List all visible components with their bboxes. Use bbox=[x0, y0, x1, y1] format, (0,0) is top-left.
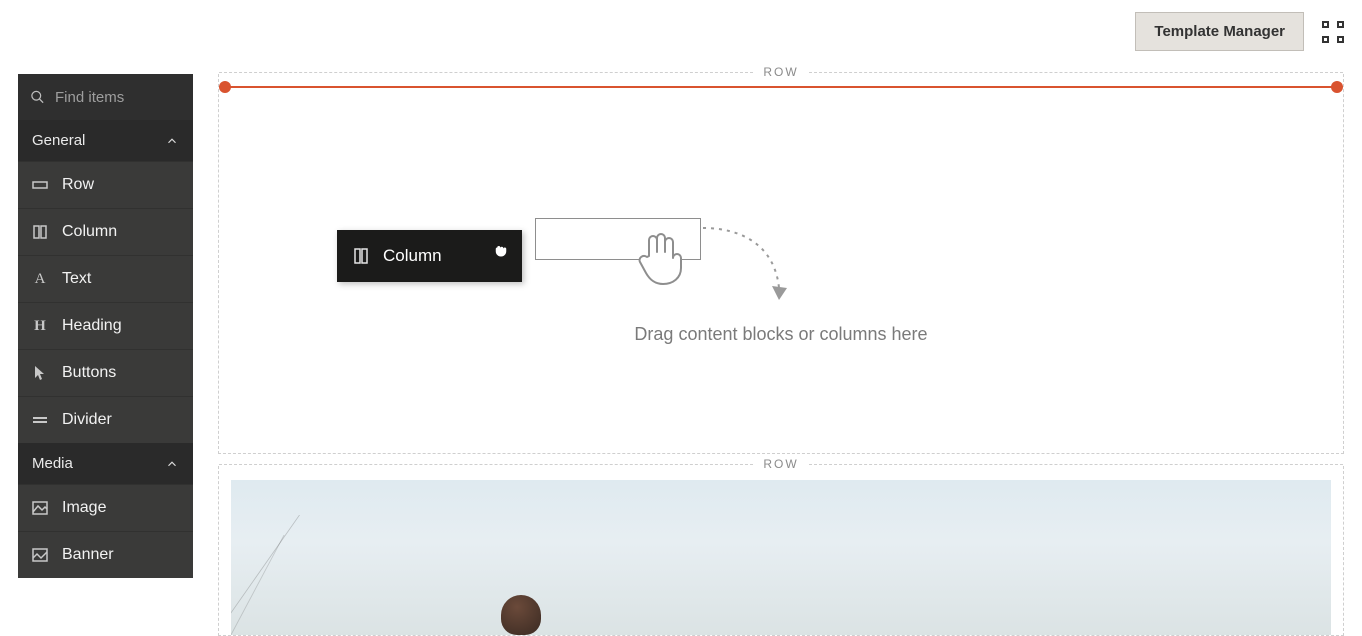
chevron-up-icon bbox=[165, 457, 179, 471]
search-icon bbox=[30, 88, 45, 106]
sidebar-item-buttons[interactable]: Buttons bbox=[18, 349, 193, 396]
sidebar-item-label: Text bbox=[62, 270, 91, 288]
fullscreen-icon[interactable] bbox=[1322, 21, 1344, 43]
section-media[interactable]: Media bbox=[18, 443, 193, 484]
section-general[interactable]: General bbox=[18, 120, 193, 161]
row-container[interactable]: ROW bbox=[218, 466, 1344, 636]
sidebar-item-label: Buttons bbox=[62, 364, 116, 382]
resize-handle-right[interactable] bbox=[1331, 81, 1343, 93]
sidebar-item-divider[interactable]: Divider bbox=[18, 396, 193, 443]
canvas: ROW Drag content blocks or columns here bbox=[218, 64, 1344, 627]
drag-hand-icon bbox=[635, 228, 685, 288]
divider-icon bbox=[32, 414, 48, 426]
cursor-icon bbox=[32, 365, 48, 381]
sidebar-item-label: Heading bbox=[62, 317, 122, 335]
banner-image bbox=[231, 480, 1331, 635]
sidebar-item-label: Image bbox=[62, 499, 106, 517]
resize-handle-left[interactable] bbox=[219, 81, 231, 93]
column-icon bbox=[32, 225, 48, 239]
image-icon bbox=[32, 501, 48, 515]
sidebar-item-column[interactable]: Column bbox=[18, 208, 193, 255]
sidebar-item-image[interactable]: Image bbox=[18, 484, 193, 531]
chevron-up-icon bbox=[165, 134, 179, 148]
dragging-column-chip[interactable]: Column bbox=[337, 230, 522, 282]
grabbing-icon bbox=[492, 240, 510, 258]
heading-icon: H bbox=[32, 318, 48, 335]
sidebar-item-text[interactable]: A Text bbox=[18, 255, 193, 302]
template-manager-button[interactable]: Template Manager bbox=[1135, 12, 1304, 51]
row-label: ROW bbox=[753, 65, 808, 79]
sidebar-item-label: Divider bbox=[62, 411, 112, 429]
sidebar-item-row[interactable]: Row bbox=[18, 161, 193, 208]
section-media-label: Media bbox=[32, 455, 73, 472]
row-container[interactable]: ROW Drag content blocks or columns here bbox=[218, 74, 1344, 454]
column-icon bbox=[353, 248, 369, 264]
sidebar-item-label: Row bbox=[62, 176, 94, 194]
drop-instruction-text: Drag content blocks or columns here bbox=[219, 324, 1343, 345]
sidebar-item-label: Banner bbox=[62, 546, 114, 564]
sidebar-item-banner[interactable]: Banner bbox=[18, 531, 193, 578]
drag-arrow-icon bbox=[699, 222, 795, 308]
sidebar-item-heading[interactable]: H Heading bbox=[18, 302, 193, 349]
section-general-label: General bbox=[32, 132, 85, 149]
row-label: ROW bbox=[753, 457, 808, 471]
banner-icon bbox=[32, 548, 48, 562]
selection-line bbox=[223, 86, 1339, 88]
row-icon bbox=[32, 179, 48, 191]
sidebar-item-label: Column bbox=[62, 223, 117, 241]
search-box[interactable] bbox=[18, 74, 193, 120]
drag-chip-label: Column bbox=[383, 246, 442, 266]
text-icon: A bbox=[32, 271, 48, 288]
sidebar: General Row Column A Text H Heading Butt… bbox=[18, 74, 193, 578]
search-input[interactable] bbox=[55, 89, 181, 106]
